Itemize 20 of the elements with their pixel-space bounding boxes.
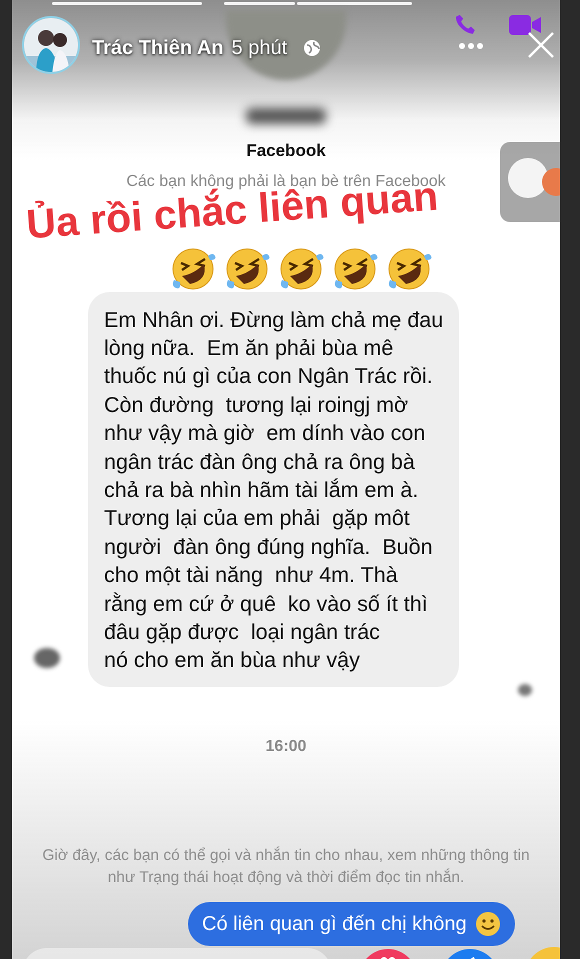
screen-record-button[interactable]: [500, 142, 560, 222]
message-bubble: Em Nhân ơi. Đừng làm chả mẹ đau lòng nữa. Em ăn phải bùa mê thuốc nú gì của con Ngân Trác rồi. Còn đường tương lại roingj mờ như vậy mà giờ em dính vào con ngân trác đàn ông chả ra ông bà chả ra bà nhìn hãm tài lắm em à. Tương lại của em phải gặp môt người đàn ông đúng nghĩa. Buồn cho một tài năng như 4m. Thà rằng em cứ ở quê ko vào số ít thì đâu gặp được loại ngân trác nó cho em ăn bùa như vậy: [88, 292, 460, 687]
blurred-avatar: [518, 684, 532, 696]
laughing-emoji-icon: [332, 246, 378, 292]
message-time: 16:00: [264, 736, 308, 757]
blurred-avatar: [34, 648, 60, 668]
author-name: Trác Thiên An: [92, 36, 224, 61]
chat-note: Các bạn không phải là bạn bè trên Facebook: [125, 172, 447, 190]
chat-title: Facebook: [245, 140, 327, 162]
more-icon[interactable]: [458, 42, 484, 50]
laughing-emoji-icon: [278, 246, 324, 292]
smiley-icon: [474, 911, 501, 937]
laughing-emoji-icon: [170, 246, 216, 292]
close-icon[interactable]: [528, 32, 554, 58]
video-call-icon[interactable]: [508, 12, 542, 38]
laughing-emoji-icon: [224, 246, 270, 292]
laughing-emoji-icon: [386, 246, 432, 292]
info-text: Giờ đây, các bạn có thể gọi và nhắn tin cho nhau, xem những thông tin như Trạng thái hoạt động và thời điểm đọc tin nhắn.: [41, 846, 531, 888]
post-time: 5 phút: [232, 36, 288, 61]
sent-message: Có liên quan gì đến chị không: [188, 902, 515, 946]
